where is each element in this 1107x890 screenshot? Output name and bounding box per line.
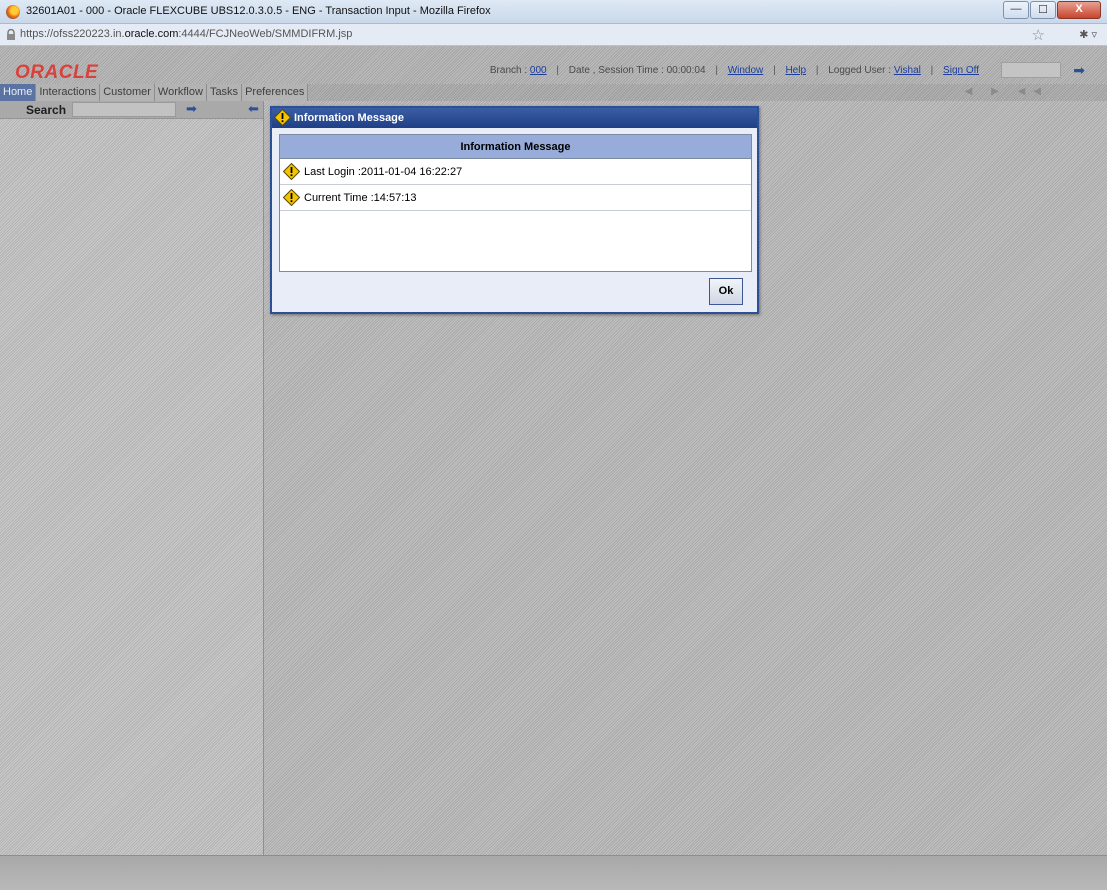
separator: | <box>773 65 776 76</box>
menu-interactions[interactable]: Interactions <box>36 84 101 101</box>
maximize-button[interactable]: ☐ <box>1030 1 1056 19</box>
firefox-icon <box>6 5 20 19</box>
session-info: Branch : 000 | Date , Session Time : 00:… <box>490 65 979 76</box>
brand-bar: ORACLE Branch : 000 | Date , Session Tim… <box>0 46 1107 84</box>
oracle-logo: ORACLE <box>15 62 99 83</box>
address-bar[interactable]: https://ofss220223.in.oracle.com:4444/FC… <box>0 24 1107 46</box>
sign-off-link[interactable]: Sign Off <box>943 65 979 76</box>
ok-button[interactable]: Ok <box>709 278 743 305</box>
menu-tasks[interactable]: Tasks <box>206 84 243 101</box>
menu-home[interactable]: Home <box>0 84 37 101</box>
url-prefix: https://ofss220223.in. <box>20 28 125 40</box>
warning-icon <box>283 163 300 180</box>
menu-workflow[interactable]: Workflow <box>154 84 207 101</box>
last-login-text: Last Login :2011-01-04 16:22:27 <box>304 166 463 178</box>
information-message-dialog: Information Message Information Message … <box>270 106 759 314</box>
collapse-arrow-icon[interactable]: ⬅ <box>248 101 259 117</box>
browser-title-bar: 32601A01 - 000 - Oracle FLEXCUBE UBS12.0… <box>0 0 1107 24</box>
branch-link[interactable]: 000 <box>530 65 547 76</box>
main-menu: Home Interactions Customer Workflow Task… <box>0 84 1107 101</box>
dialog-title: Information Message <box>294 112 405 124</box>
minimize-icon: — <box>1010 3 1022 15</box>
session-time: Date , Session Time : 00:00:04 <box>568 65 706 76</box>
close-icon: X <box>1075 3 1083 15</box>
search-go-arrow-icon[interactable]: ➡ <box>186 101 197 117</box>
left-panel: Search ➡ ⬅ <box>0 101 264 855</box>
url-host: oracle.com <box>124 28 179 40</box>
search-label: Search <box>26 103 67 117</box>
url-suffix: :4444/FCJNeoWeb/SMMDIFRM.jsp <box>178 28 353 40</box>
tab-scroll-arrows-icon[interactable]: ◀ ▶ ◀◀ <box>965 86 1049 97</box>
lock-icon <box>7 29 15 40</box>
logged-user-label: Logged User : <box>828 65 892 76</box>
url-text[interactable]: https://ofss220223.in.oracle.com:4444/FC… <box>20 28 352 40</box>
help-link[interactable]: Help <box>785 65 806 76</box>
bookmark-star-icon[interactable]: ☆ <box>1032 26 1045 44</box>
toolbar-menu-icon[interactable]: ✱ ▿ <box>1079 28 1097 41</box>
maximize-icon: ☐ <box>1038 4 1048 16</box>
window-link[interactable]: Window <box>728 65 764 76</box>
status-bar <box>0 855 1107 890</box>
separator: | <box>715 65 718 76</box>
warning-icon <box>283 189 300 206</box>
sidebar-search-bar: Search ➡ ⬅ <box>0 101 263 119</box>
logged-user-link[interactable]: Vishal <box>894 65 921 76</box>
menu-preferences[interactable]: Preferences <box>242 84 309 101</box>
go-arrow-icon[interactable]: ➡ <box>1073 62 1085 79</box>
close-button[interactable]: X <box>1057 1 1101 19</box>
message-table-header: Information Message <box>280 135 751 159</box>
warning-icon <box>274 109 291 126</box>
separator: | <box>815 65 819 76</box>
function-id-input[interactable] <box>1001 62 1061 78</box>
separator: | <box>556 65 559 76</box>
separator: | <box>930 65 934 76</box>
menu-customer[interactable]: Customer <box>100 84 155 101</box>
dialog-title-bar[interactable]: Information Message <box>272 108 757 128</box>
message-row: Current Time :14:57:13 <box>280 185 751 211</box>
window-title: 32601A01 - 000 - Oracle FLEXCUBE UBS12.0… <box>26 5 491 17</box>
branch-label: Branch : <box>489 65 528 76</box>
message-table: Information Message Last Login :2011-01-… <box>279 134 752 272</box>
search-input[interactable] <box>72 102 176 117</box>
message-row: Last Login :2011-01-04 16:22:27 <box>280 159 751 185</box>
current-time-text: Current Time :14:57:13 <box>304 192 417 204</box>
minimize-button[interactable]: — <box>1003 1 1029 19</box>
window-controls: — ☐ X <box>1002 1 1101 19</box>
